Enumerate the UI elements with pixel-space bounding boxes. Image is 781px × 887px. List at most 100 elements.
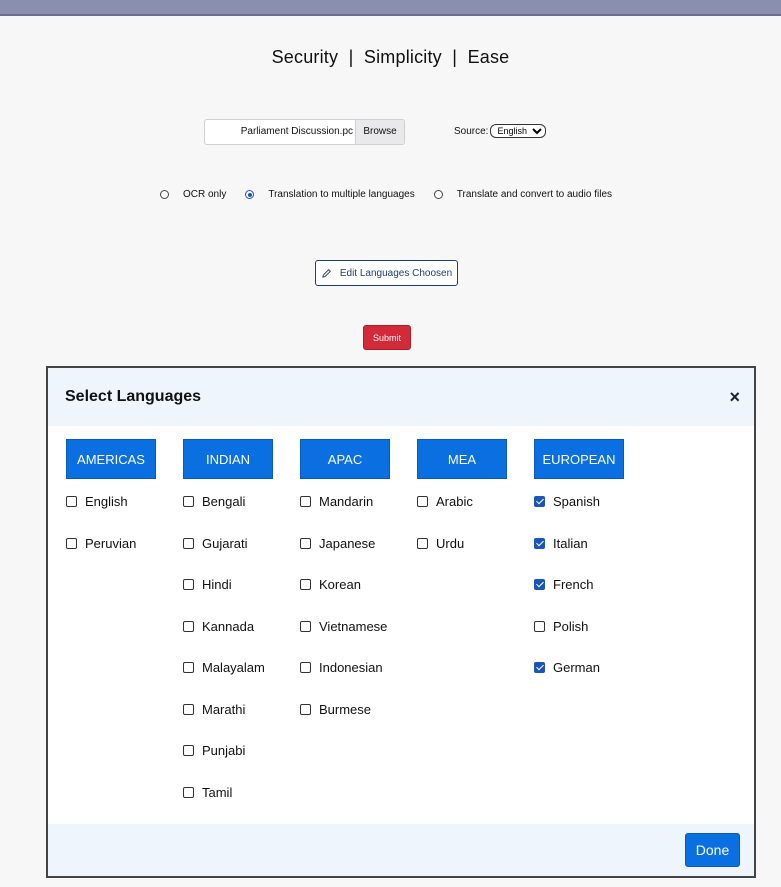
checkbox-checked-icon[interactable]	[534, 579, 545, 591]
language-option-english[interactable]: English	[66, 481, 156, 523]
checkbox-icon[interactable]	[183, 786, 194, 798]
edit-languages-button[interactable]: Edit Languages Choosen	[315, 260, 458, 286]
radio-translate-audio[interactable]: Translate and convert to audio files	[433, 189, 613, 200]
language-option-tamil[interactable]: Tamil	[183, 772, 273, 814]
region-button-european[interactable]: EUROPEAN	[534, 439, 624, 479]
language-label: Hindi	[202, 577, 232, 593]
language-label: Kannada	[202, 618, 255, 634]
language-label: German	[553, 660, 600, 676]
edit-languages-label: Edit Languages Choosen	[339, 267, 453, 279]
region-column-european: EUROPEAN Spanish Italian French Polish G…	[534, 439, 624, 689]
checkbox-icon[interactable]	[66, 496, 77, 508]
language-label: Gujarati	[202, 535, 248, 551]
language-label: Punjabi	[202, 743, 246, 759]
checkbox-icon[interactable]	[300, 537, 311, 549]
language-option-hindi[interactable]: Hindi	[183, 564, 273, 606]
language-label: French	[553, 577, 594, 593]
language-option-korean[interactable]: Korean	[300, 564, 390, 606]
language-option-polish[interactable]: Polish	[534, 606, 624, 648]
file-name-display[interactable]: Parliament Discussion.pc	[205, 120, 355, 144]
browse-button[interactable]: Browse	[355, 120, 404, 144]
language-label: Italian	[553, 535, 588, 551]
source-language-select[interactable]: English	[490, 124, 547, 138]
checkbox-checked-icon[interactable]	[534, 496, 545, 508]
source-language: Source: English	[454, 124, 547, 138]
checkbox-icon[interactable]	[183, 579, 194, 591]
checkbox-icon[interactable]	[183, 537, 194, 549]
checkbox-icon[interactable]	[183, 745, 194, 757]
language-option-bengali[interactable]: Bengali	[183, 481, 273, 523]
language-option-german[interactable]: German	[534, 647, 624, 689]
region-button-americas[interactable]: AMERICAS	[66, 439, 156, 479]
language-option-indonesian[interactable]: Indonesian	[300, 647, 390, 689]
region-column-americas: AMERICAS English Peruvian	[66, 439, 156, 564]
language-label: Urdu	[436, 535, 465, 551]
language-label: Peruvian	[85, 535, 137, 551]
radio-button-icon[interactable]	[433, 190, 443, 199]
checkbox-icon[interactable]	[300, 579, 311, 591]
language-label: Vietnamese	[319, 618, 388, 634]
language-option-kannada[interactable]: Kannada	[183, 606, 273, 648]
language-label: Spanish	[553, 494, 600, 510]
checkbox-icon[interactable]	[300, 703, 311, 715]
checkbox-icon[interactable]	[417, 537, 428, 549]
radio-label: Translate and convert to audio files	[456, 189, 613, 200]
done-button[interactable]: Done	[685, 833, 740, 867]
radio-label: Translation to multiple languages	[268, 189, 415, 200]
checkbox-icon[interactable]	[300, 620, 311, 632]
region-column-apac: APAC Mandarin Japanese Korean Vietnamese…	[300, 439, 390, 730]
checkbox-icon[interactable]	[300, 662, 311, 674]
radio-translation-multiple[interactable]: Translation to multiple languages	[245, 189, 415, 200]
checkbox-icon[interactable]	[183, 496, 194, 508]
radio-button-icon[interactable]	[245, 190, 255, 199]
language-label: Indonesian	[319, 660, 383, 676]
language-option-japanese[interactable]: Japanese	[300, 523, 390, 565]
language-option-mandarin[interactable]: Mandarin	[300, 481, 390, 523]
language-label: Bengali	[202, 494, 246, 510]
close-icon[interactable]: ×	[729, 387, 740, 408]
language-option-marathi[interactable]: Marathi	[183, 689, 273, 731]
language-option-italian[interactable]: Italian	[534, 523, 624, 565]
language-label: Polish	[553, 618, 589, 634]
checkbox-icon[interactable]	[534, 620, 545, 632]
checkbox-checked-icon[interactable]	[534, 537, 545, 549]
language-option-urdu[interactable]: Urdu	[417, 523, 507, 565]
language-option-malayalam[interactable]: Malayalam	[183, 647, 273, 689]
region-button-mea[interactable]: MEA	[417, 439, 507, 479]
select-languages-modal: Select Languages × AMERICAS English Peru…	[46, 366, 756, 878]
modal-title: Select Languages	[65, 388, 202, 405]
region-column-indian: INDIAN Bengali Gujarati Hindi Kannada Ma…	[183, 439, 273, 813]
pencil-icon	[322, 268, 331, 278]
radio-ocr-only[interactable]: OCR only	[160, 189, 226, 200]
language-label: Marathi	[202, 701, 246, 717]
checkbox-icon[interactable]	[417, 496, 428, 508]
language-label: Burmese	[319, 701, 372, 717]
checkbox-icon[interactable]	[300, 496, 311, 508]
radio-button-icon[interactable]	[160, 190, 169, 199]
source-label: Source:	[454, 125, 489, 137]
checkbox-icon[interactable]	[183, 662, 194, 674]
checkbox-icon[interactable]	[66, 537, 77, 549]
language-option-french[interactable]: French	[534, 564, 624, 606]
checkbox-icon[interactable]	[183, 703, 194, 715]
language-option-gujarati[interactable]: Gujarati	[183, 523, 273, 565]
mode-radio-group: OCR only Translation to multiple languag…	[160, 189, 631, 200]
checkbox-icon[interactable]	[183, 620, 194, 632]
language-option-spanish[interactable]: Spanish	[534, 481, 624, 523]
file-upload-field[interactable]: Parliament Discussion.pc Browse	[204, 119, 405, 145]
radio-label: OCR only	[183, 189, 227, 200]
page-tagline: Security | Simplicity | Ease	[271, 47, 510, 67]
language-label: Malayalam	[202, 660, 265, 676]
region-columns: AMERICAS English Peruvian INDIAN Bengali…	[48, 426, 754, 816]
submit-button[interactable]: Submit	[363, 325, 411, 350]
language-option-vietnamese[interactable]: Vietnamese	[300, 606, 390, 648]
region-column-mea: MEA Arabic Urdu	[417, 439, 507, 564]
region-button-indian[interactable]: INDIAN	[183, 439, 273, 479]
language-option-burmese[interactable]: Burmese	[300, 689, 390, 731]
language-option-arabic[interactable]: Arabic	[417, 481, 507, 523]
language-option-punjabi[interactable]: Punjabi	[183, 730, 273, 772]
language-option-peruvian[interactable]: Peruvian	[66, 523, 156, 565]
checkbox-checked-icon[interactable]	[534, 662, 545, 674]
top-bar	[0, 0, 781, 16]
region-button-apac[interactable]: APAC	[300, 439, 390, 479]
